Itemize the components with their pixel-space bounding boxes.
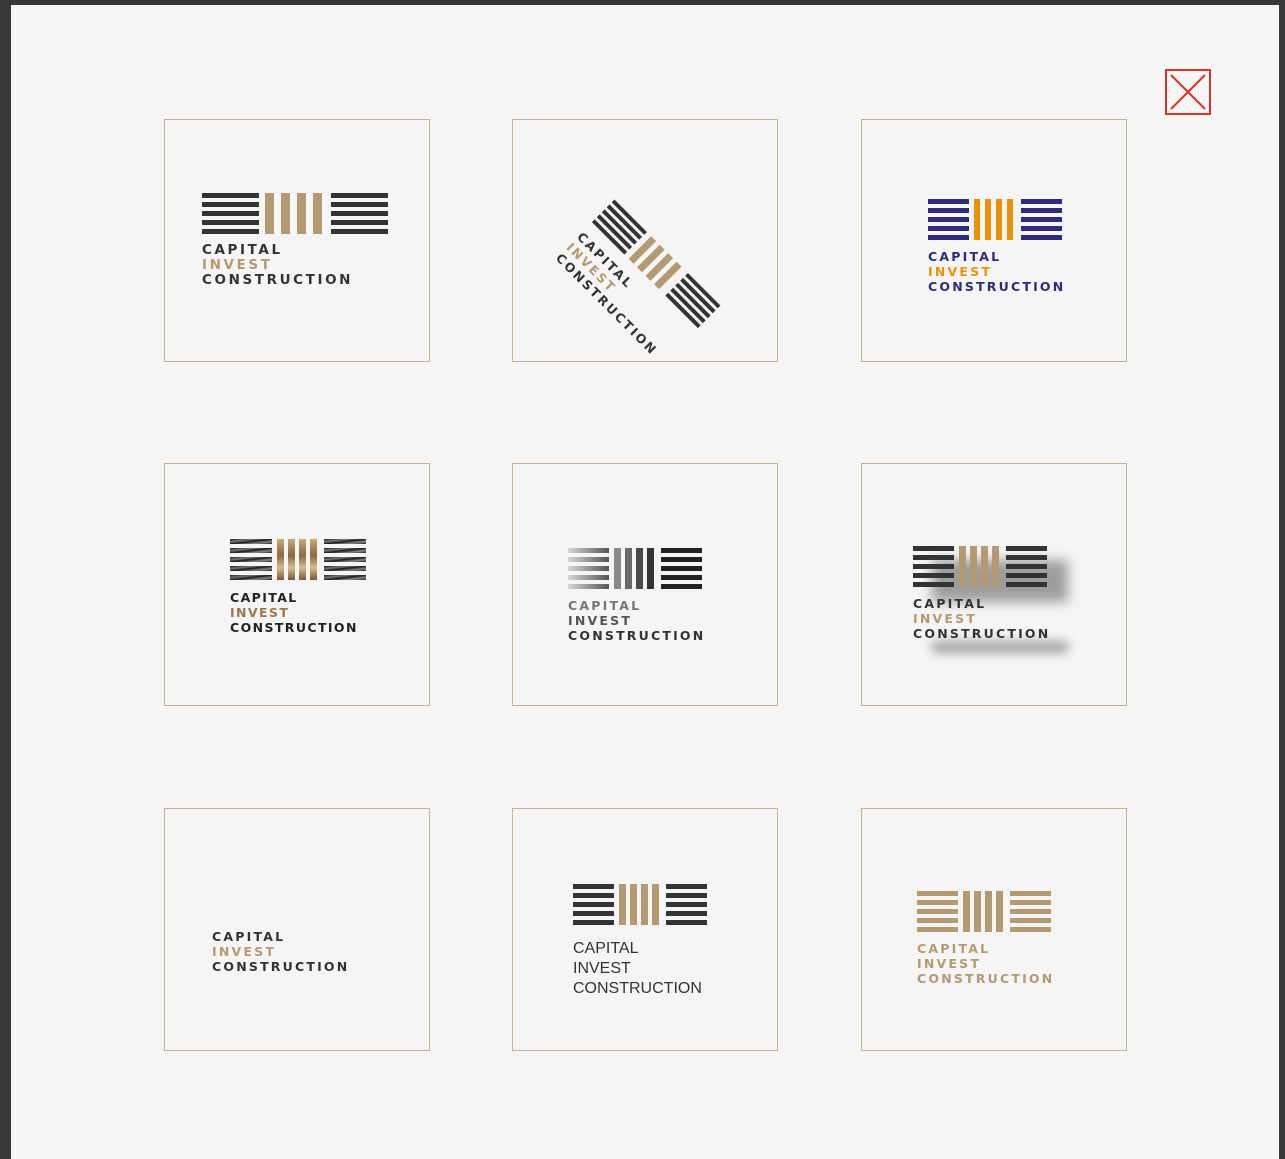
- word-construction: CONSTRUCTION: [212, 959, 350, 974]
- word-construction: CONSTRUCTION: [913, 626, 1051, 641]
- close-button[interactable]: [1165, 69, 1211, 115]
- logo-wordmark: CAPITAL INVEST CONSTRUCTION: [917, 941, 1054, 986]
- logo-card-1[interactable]: CAPITAL INVEST CONSTRUCTION: [164, 119, 430, 362]
- word-construction: CONSTRUCTION: [230, 620, 358, 635]
- logo-wordmark: CAPITAL INVEST CONSTRUCTION: [230, 590, 358, 635]
- word-construction: CONSTRUCTION: [917, 971, 1055, 986]
- word-invest: INVEST: [230, 605, 290, 620]
- logo-card-8[interactable]: CAPITAL INVEST CONSTRUCTION: [512, 808, 778, 1051]
- word-invest: INVEST: [917, 956, 982, 971]
- text-shadow: [932, 641, 1068, 653]
- logo-wordmark: CAPITAL INVEST CONSTRUCTION: [928, 249, 1065, 294]
- word-capital: CAPITAL: [928, 249, 1002, 264]
- word-capital: CAPITAL: [573, 940, 639, 957]
- logo-card-4[interactable]: CAPITAL INVEST CONSTRUCTION: [164, 463, 430, 706]
- word-invest: INVEST: [212, 944, 277, 959]
- logo-mark: [230, 539, 366, 580]
- logo-wordmark: CAPITAL INVEST CONSTRUCTION: [573, 939, 702, 999]
- logo-card-2[interactable]: CAPITAL INVEST CONSTRUCTION: [512, 119, 778, 362]
- close-icon: [1170, 74, 1206, 110]
- logo-mark: [928, 199, 1062, 240]
- word-invest: INVEST: [928, 264, 993, 279]
- word-construction: CONSTRUCTION: [928, 279, 1066, 294]
- logo-wordmark: CAPITAL INVEST CONSTRUCTION: [568, 598, 705, 643]
- logo-mark: [573, 884, 707, 925]
- logo-mark: [202, 193, 388, 234]
- word-capital: CAPITAL: [230, 590, 298, 605]
- logo-card-9[interactable]: CAPITAL INVEST CONSTRUCTION: [861, 808, 1127, 1051]
- logo-mark: [913, 546, 1047, 587]
- logo-wordmark: CAPITAL INVEST CONSTRUCTION: [202, 243, 353, 288]
- logo-card-3[interactable]: CAPITAL INVEST CONSTRUCTION: [861, 119, 1127, 362]
- word-invest: INVEST: [568, 613, 633, 628]
- logo-mark: [917, 891, 1051, 932]
- word-capital: CAPITAL: [913, 596, 987, 611]
- word-capital: CAPITAL: [212, 929, 286, 944]
- word-invest: INVEST: [913, 611, 978, 626]
- logo-mark: [568, 548, 702, 589]
- logo-card-6[interactable]: CAPITAL INVEST CONSTRUCTION: [861, 463, 1127, 706]
- logo-wordmark: CAPITAL INVEST CONSTRUCTION: [913, 596, 1050, 641]
- word-invest: INVEST: [573, 960, 631, 977]
- logo-card-7[interactable]: CAPITAL INVEST CONSTRUCTION: [164, 808, 430, 1051]
- word-capital: CAPITAL: [917, 941, 991, 956]
- word-construction: CONSTRUCTION: [573, 980, 702, 997]
- logo-wordmark: CAPITAL INVEST CONSTRUCTION: [212, 929, 349, 974]
- logo-card-5[interactable]: CAPITAL INVEST CONSTRUCTION: [512, 463, 778, 706]
- word-construction: CONSTRUCTION: [568, 628, 706, 643]
- word-capital: CAPITAL: [568, 598, 642, 613]
- word-invest: INVEST: [202, 257, 273, 273]
- word-capital: CAPITAL: [202, 242, 283, 258]
- word-construction: CONSTRUCTION: [202, 272, 354, 288]
